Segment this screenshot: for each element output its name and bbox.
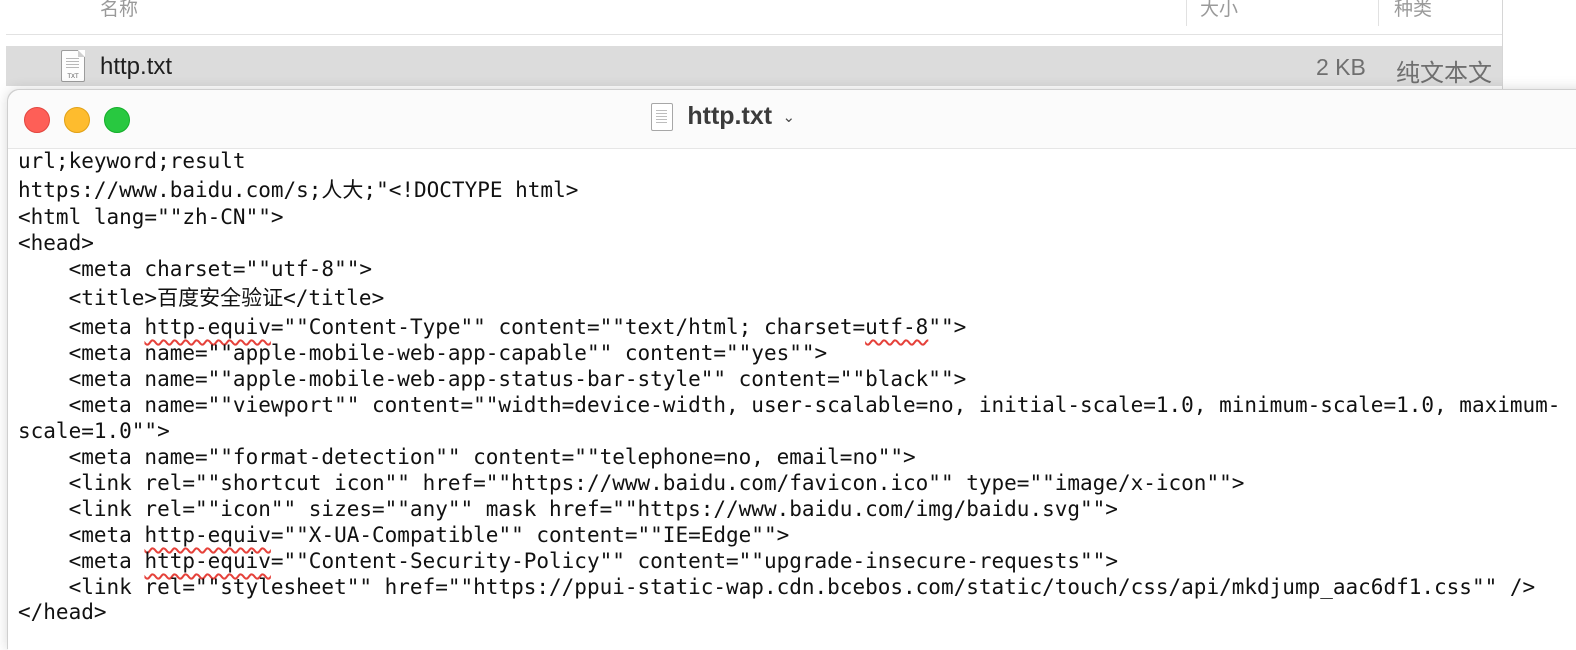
text-line: <meta name=""apple-mobile-web-app-status…: [18, 367, 967, 391]
column-divider[interactable]: [1186, 0, 1187, 26]
textedit-window: http.txt ⌄ url;keyword;result https://www…: [8, 90, 1576, 650]
spelling-error-mark: http-equiv: [144, 549, 271, 573]
window-title-group[interactable]: http.txt ⌄: [8, 102, 1576, 131]
file-name: http.txt: [100, 53, 173, 80]
text-line: <title>百度安全验证</title>: [18, 286, 385, 310]
text-line: <meta charset=""utf-8"">: [18, 257, 373, 281]
document-text-area[interactable]: url;keyword;result https://www.baidu.com/…: [18, 148, 1576, 650]
finder-column-header: 名称 大小 种类: [6, 0, 1502, 35]
text-line: <meta name=""format-detection"" content=…: [18, 445, 916, 469]
spelling-error-mark: http-equiv: [144, 315, 271, 339]
finder-window: 名称 大小 种类 TXT http.txt 2 KB 纯文本文: [0, 0, 1503, 100]
text-segment: <meta: [18, 315, 145, 339]
text-line: <meta http-equiv=""Content-Type"" conten…: [18, 314, 967, 340]
column-header-name[interactable]: 名称: [100, 0, 138, 21]
chevron-down-icon[interactable]: ⌄: [783, 108, 796, 126]
window-title: http.txt: [687, 102, 773, 130]
text-line: scale=1.0"">: [18, 419, 170, 443]
file-kind: 纯文本文: [1396, 60, 1492, 87]
document-icon: [650, 102, 673, 131]
text-line: <meta http-equiv=""X-UA-Compatible"" con…: [18, 522, 790, 548]
text-line: url;keyword;result: [18, 149, 246, 173]
column-header-kind[interactable]: 种类: [1394, 0, 1432, 21]
file-row-http-txt[interactable]: TXT http.txt 2 KB 纯文本文: [6, 46, 1502, 87]
spelling-error-mark: http-equiv: [144, 523, 271, 547]
text-segment: =""Content-Type"" content=""text/html; c…: [270, 315, 866, 339]
text-line: <head>: [18, 231, 94, 255]
text-line: <html lang=""zh-CN"">: [18, 205, 284, 229]
text-line: </head>: [18, 600, 107, 624]
file-size: 2 KB: [1316, 54, 1366, 80]
text-line: <meta http-equiv=""Content-Security-Poli…: [18, 548, 1118, 574]
text-line: <link rel=""icon"" sizes=""any"" mask hr…: [18, 497, 1118, 521]
text-segment: =""X-UA-Compatible"" content=""IE=Edge""…: [270, 523, 790, 547]
file-icon-label: TXT: [67, 74, 79, 80]
column-divider[interactable]: [1378, 0, 1379, 26]
txt-file-icon: TXT: [61, 50, 85, 82]
title-bar[interactable]: http.txt ⌄: [8, 90, 1576, 149]
text-segment: <meta: [18, 523, 145, 547]
text-line: https://www.baidu.com/s;人大;"<!DOCTYPE ht…: [18, 178, 579, 202]
spelling-error-mark: utf-8: [865, 315, 929, 339]
text-segment: <meta: [18, 549, 145, 573]
text-segment: "">: [928, 315, 967, 339]
column-header-size[interactable]: 大小: [1200, 0, 1238, 21]
text-segment: =""Content-Security-Policy"" content=""u…: [270, 549, 1118, 573]
text-line: <meta name=""viewport"" content=""width=…: [18, 393, 1561, 417]
text-line: <link rel=""stylesheet"" href=""https://…: [18, 575, 1536, 599]
text-line: <link rel=""shortcut icon"" href=""https…: [18, 471, 1245, 495]
text-line: <meta name=""apple-mobile-web-app-capabl…: [18, 341, 828, 365]
